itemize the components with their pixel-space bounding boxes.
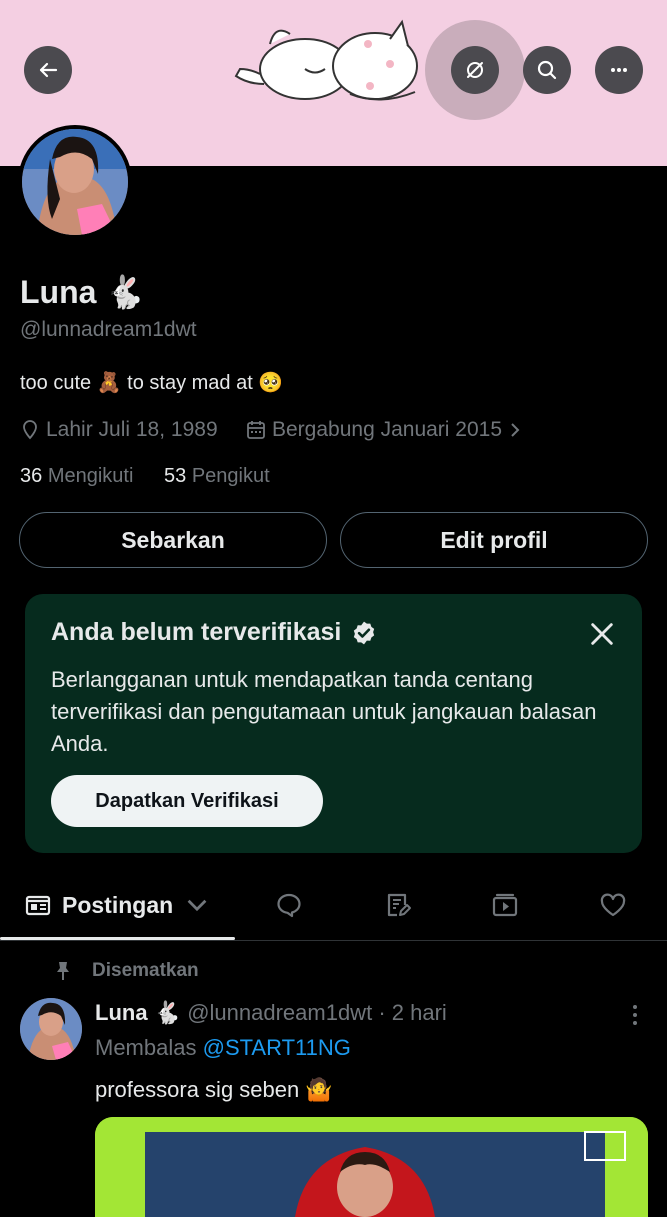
post-media-image xyxy=(95,1117,648,1217)
post-header: Luna 🐇 @lunnadream1dwt · 2 hari xyxy=(95,1000,447,1026)
tab-likes[interactable] xyxy=(597,870,629,940)
followers-link[interactable]: 53 Pengikut xyxy=(164,465,270,488)
profile-bio: too cute 🧸 to stay mad at 🥺 xyxy=(20,372,284,394)
post-author-avatar[interactable] xyxy=(20,998,82,1060)
followers-label: Pengikut xyxy=(191,465,270,487)
more-vertical-icon[interactable] xyxy=(630,1003,640,1027)
verification-card: Anda belum terverifikasi Berlangganan un… xyxy=(25,594,642,853)
profile-avatar[interactable] xyxy=(18,125,132,239)
tab-media[interactable] xyxy=(489,870,521,940)
tab-articles[interactable] xyxy=(382,870,414,940)
back-button[interactable] xyxy=(24,46,72,94)
post-author-name[interactable]: Luna 🐇 xyxy=(95,1000,181,1025)
post-author-handle[interactable]: @lunnadream1dwt xyxy=(187,1000,372,1025)
more-icon xyxy=(611,68,627,72)
profile-name: Luna 🐇 xyxy=(20,274,146,310)
post-media[interactable] xyxy=(95,1117,648,1217)
chevron-right-icon xyxy=(511,423,520,437)
hide-icon xyxy=(467,62,483,78)
profile-handle: @lunnadream1dwt xyxy=(20,318,197,341)
post-avatar-photo xyxy=(20,998,82,1060)
replies-icon xyxy=(277,893,301,918)
edit-profile-button[interactable]: Edit profil xyxy=(340,512,648,568)
following-link[interactable]: 36 Mengikuti xyxy=(20,465,133,488)
post-text: professora sig seben 🤷 xyxy=(95,1077,333,1102)
profile-tabs: Postingan xyxy=(0,870,667,941)
share-button[interactable]: Sebarkan xyxy=(19,512,327,568)
verification-title: Anda belum terverifikasi xyxy=(51,618,377,647)
close-icon[interactable] xyxy=(588,620,616,648)
pin-icon xyxy=(57,962,69,980)
birth-date-text: Lahir Juli 18, 1989 xyxy=(46,418,218,441)
reply-context: Membalas @START11NG xyxy=(95,1035,351,1061)
joined-date-text: Bergabung Januari 2015 xyxy=(272,418,503,441)
pinned-label: Disematkan xyxy=(52,960,199,982)
chevron-down-icon xyxy=(187,899,207,912)
verified-badge-icon xyxy=(354,621,375,644)
calendar-icon xyxy=(247,421,265,439)
avatar-photo xyxy=(22,129,128,235)
reply-mention-link[interactable]: @START11NG xyxy=(203,1035,351,1060)
hide-button[interactable] xyxy=(451,46,499,94)
media-icon xyxy=(492,893,518,917)
following-label: Mengikuti xyxy=(47,465,134,487)
birth-date: Lahir Juli 18, 1989 xyxy=(20,418,218,442)
post-time[interactable]: · 2 hari xyxy=(378,1000,446,1025)
followers-count: 53 xyxy=(164,465,187,487)
pinned-label-text: Disematkan xyxy=(92,960,199,981)
posts-icon xyxy=(25,895,51,916)
reply-prefix: Membalas xyxy=(95,1035,197,1060)
verification-title-text: Anda belum terverifikasi xyxy=(51,618,342,646)
tab-replies[interactable] xyxy=(273,870,305,940)
location-icon xyxy=(23,420,37,440)
search-button[interactable] xyxy=(523,46,571,94)
likes-icon xyxy=(600,893,626,917)
verification-description: Berlangganan untuk mendapatkan tanda cen… xyxy=(51,667,597,756)
back-arrow-icon xyxy=(39,62,58,78)
get-verified-button[interactable]: Dapatkan Verifikasi xyxy=(51,775,323,827)
articles-icon xyxy=(387,893,411,917)
more-button[interactable] xyxy=(595,46,643,94)
joined-date[interactable]: Bergabung Januari 2015 xyxy=(246,418,522,442)
tab-posts-label: Postingan xyxy=(62,891,174,918)
search-icon xyxy=(537,60,557,80)
active-tab-indicator xyxy=(0,937,235,940)
banner-cat-illustration xyxy=(234,19,418,101)
tab-posts[interactable]: Postingan xyxy=(24,870,211,940)
following-count: 36 xyxy=(20,465,43,487)
